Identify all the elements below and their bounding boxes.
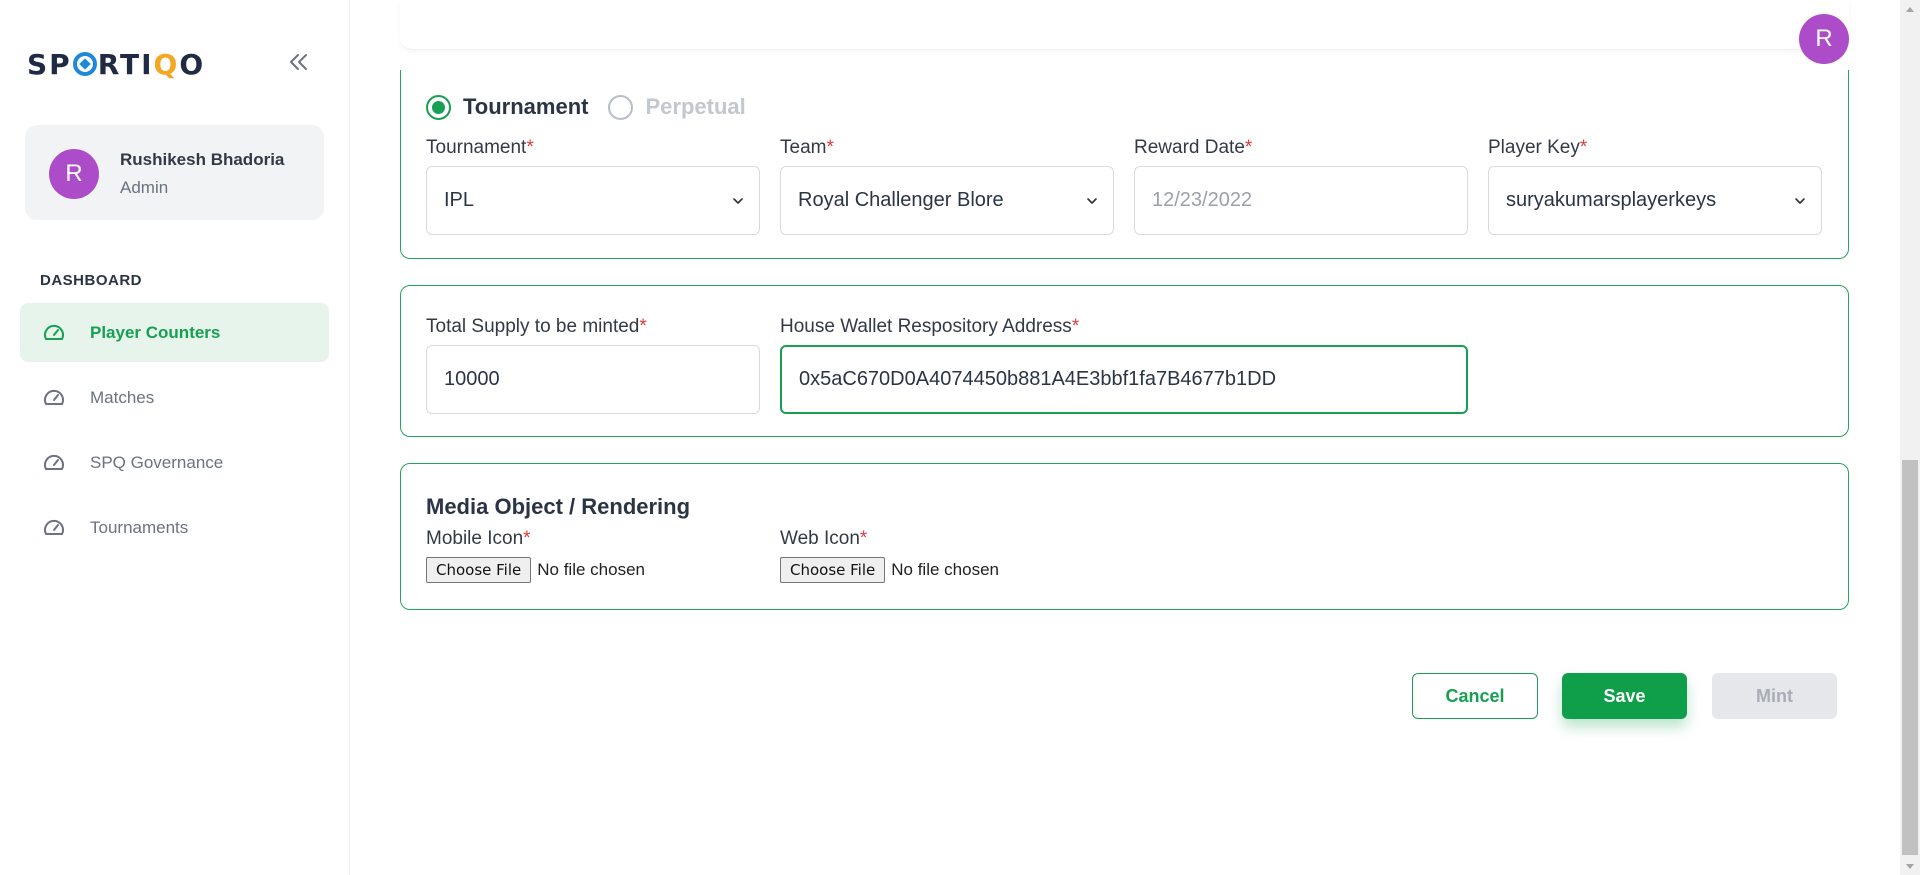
player-key-label: Player Key* <box>1488 137 1588 158</box>
tournament-value: IPL <box>444 189 475 211</box>
scroll-up-arrow-icon[interactable] <box>1900 0 1920 17</box>
web-icon-file-status: No file chosen <box>891 560 999 579</box>
collapse-sidebar-button[interactable] <box>286 49 312 75</box>
speedometer-icon <box>42 451 66 475</box>
media-section-title: Media Object / Rendering <box>426 494 691 519</box>
tournament-label: Tournament* <box>426 137 534 158</box>
radio-tournament[interactable] <box>426 94 451 120</box>
sportiqo-logo[interactable]: SP RTI Q O <box>27 47 205 81</box>
chevron-down-icon <box>1087 197 1097 204</box>
media-panel: Media Object / Rendering Mobile Icon* Ch… <box>400 463 1849 610</box>
reward-date-input[interactable]: 12/23/2022 <box>1134 166 1468 235</box>
wallet-address-input[interactable]: 0x5aC670D0A4074450b881A4E3bbf1fa7B4677b1… <box>780 345 1468 414</box>
sidebar: SP RTI Q O R Rushikesh Bhadoria Admin DASHB… <box>0 0 350 875</box>
reward-date-field: Reward Date* 12/23/2022 <box>1134 136 1468 235</box>
speedometer-icon <box>42 386 66 410</box>
user-name: Rushikesh Bhadoria <box>120 150 285 169</box>
header-panel <box>400 0 1849 50</box>
total-supply-value: 10000 <box>444 368 500 390</box>
chevron-down-icon <box>1795 197 1805 204</box>
web-icon-label: Web Icon* <box>780 528 868 549</box>
tournament-field: Tournament* IPL <box>426 136 760 235</box>
section-label-dashboard: DASHBOARD <box>40 272 142 289</box>
mobile-icon-choose-file-button[interactable]: Choose File <box>426 557 532 583</box>
tournament-select[interactable]: IPL <box>426 166 760 235</box>
save-button[interactable]: Save <box>1562 673 1687 719</box>
web-icon-field: Web Icon* Choose File No file chosen <box>780 527 999 583</box>
radio-perpetual[interactable] <box>608 94 634 120</box>
sidebar-item-label: Matches <box>90 387 155 407</box>
user-card[interactable]: R Rushikesh Bhadoria Admin <box>25 125 324 220</box>
radio-perpetual-label[interactable]: Perpetual <box>645 94 745 120</box>
mobile-icon-field: Mobile Icon* Choose File No file chosen <box>426 527 645 583</box>
logo-text-start: SP <box>27 47 72 81</box>
team-label: Team* <box>780 137 834 158</box>
wallet-address-label: House Wallet Respository Address* <box>780 316 1080 337</box>
speedometer-icon <box>42 321 66 345</box>
team-select[interactable]: Royal Challenger Blore <box>780 166 1114 235</box>
double-chevron-left-icon <box>290 54 307 70</box>
total-supply-input[interactable]: 10000 <box>426 345 760 414</box>
team-value: Royal Challenger Blore <box>798 189 1004 211</box>
vertical-scrollbar[interactable] <box>1900 0 1920 875</box>
logo-text-end: O <box>179 47 206 81</box>
reward-date-label: Reward Date* <box>1134 137 1253 158</box>
mobile-icon-label: Mobile Icon* <box>426 528 531 549</box>
radio-tournament-label[interactable]: Tournament <box>463 94 588 120</box>
user-role: Admin <box>120 178 169 197</box>
sidebar-item-label: SPQ Governance <box>90 452 224 472</box>
cancel-button[interactable]: Cancel <box>1412 673 1538 719</box>
total-supply-label: Total Supply to be minted* <box>426 316 647 337</box>
logo-ball-icon <box>72 52 97 76</box>
total-supply-field: Total Supply to be minted* 10000 <box>426 315 760 414</box>
player-key-value: suryakumarsplayerkeys <box>1506 189 1717 211</box>
team-field: Team* Royal Challenger Blore <box>780 136 1114 235</box>
sidebar-item-player-counters[interactable]: Player Counters <box>20 303 329 362</box>
wallet-address-field: House Wallet Respository Address* 0x5aC6… <box>780 315 1468 414</box>
web-icon-choose-file-button[interactable]: Choose File <box>780 557 886 583</box>
tournament-details-panel: Tournament Perpetual Tournament* IPL Tea… <box>400 70 1849 259</box>
logo-text-q: Q <box>153 47 180 81</box>
player-key-select[interactable]: suryakumarsplayerkeys <box>1488 166 1822 235</box>
sidebar-item-label: Tournaments <box>90 517 189 537</box>
sidebar-item-matches[interactable]: Matches <box>20 368 329 427</box>
wallet-address-value: 0x5aC670D0A4074450b881A4E3bbf1fa7B4677b1… <box>799 368 1277 390</box>
avatar: R <box>49 149 99 199</box>
sidebar-item-tournaments[interactable]: Tournaments <box>20 498 329 557</box>
sidebar-item-label: Player Counters <box>90 322 221 342</box>
mobile-icon-file-status: No file chosen <box>537 560 645 579</box>
mint-button[interactable]: Mint <box>1712 673 1837 719</box>
speedometer-icon <box>42 516 66 540</box>
sidebar-item-spq-governance[interactable]: SPQ Governance <box>20 433 329 492</box>
logo-text-mid: RTI <box>97 47 154 81</box>
type-radio-group: Tournament Perpetual <box>426 94 766 120</box>
reward-date-placeholder: 12/23/2022 <box>1152 189 1253 211</box>
player-key-field: Player Key* suryakumarsplayerkeys <box>1488 136 1822 235</box>
supply-panel: Total Supply to be minted* 10000 House W… <box>400 285 1849 437</box>
chevron-down-icon <box>733 197 743 204</box>
profile-avatar-button[interactable]: R <box>1799 14 1849 64</box>
scrollbar-thumb[interactable] <box>1902 460 1918 855</box>
scroll-down-arrow-icon[interactable] <box>1900 858 1920 875</box>
